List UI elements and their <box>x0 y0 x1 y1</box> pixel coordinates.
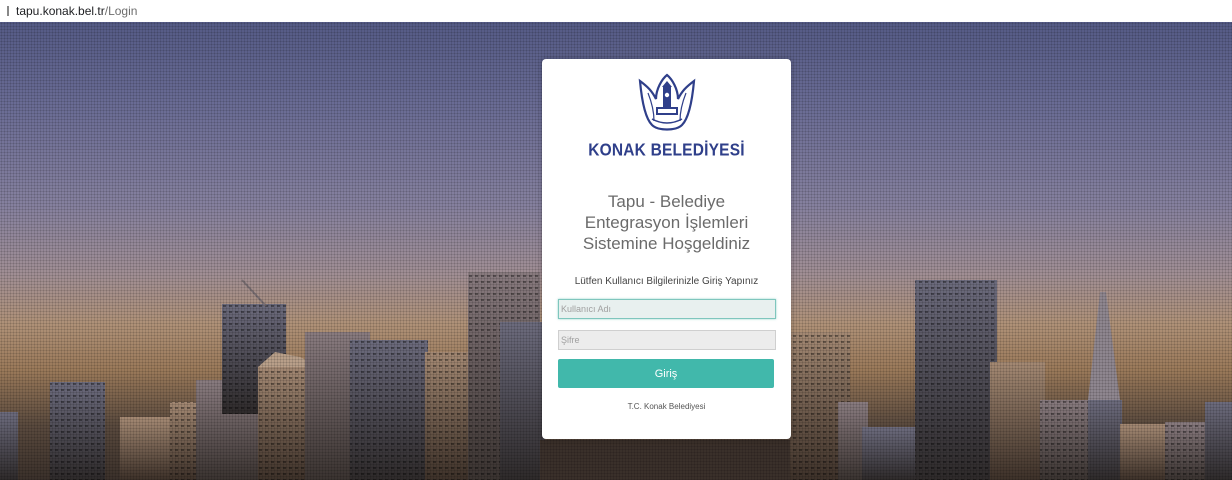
url-path: /Login <box>104 4 138 18</box>
login-instruction: Lütfen Kullanıcı Bilgilerinizle Giriş Ya… <box>574 276 759 287</box>
username-input[interactable] <box>558 299 776 319</box>
brand-name: KONAK BELEDİYESİ <box>588 140 745 161</box>
login-card: KONAK BELEDİYESİ Tapu - Belediye Entegra… <box>542 59 791 439</box>
welcome-title: Tapu - Belediye Entegrasyon İşlemleri Si… <box>582 192 751 253</box>
login-button[interactable]: Giriş <box>558 359 774 388</box>
logo-container <box>542 73 791 135</box>
url-host: tapu.konak.bel.tr <box>16 4 105 18</box>
address-bar-indicator-icon <box>7 6 9 16</box>
browser-address-bar[interactable]: tapu.konak.bel.tr/Login <box>0 0 1232 23</box>
footer-text: T.C. Konak Belediyesi <box>627 402 706 411</box>
konak-tulip-logo-icon <box>638 73 695 131</box>
password-input[interactable] <box>558 330 776 350</box>
